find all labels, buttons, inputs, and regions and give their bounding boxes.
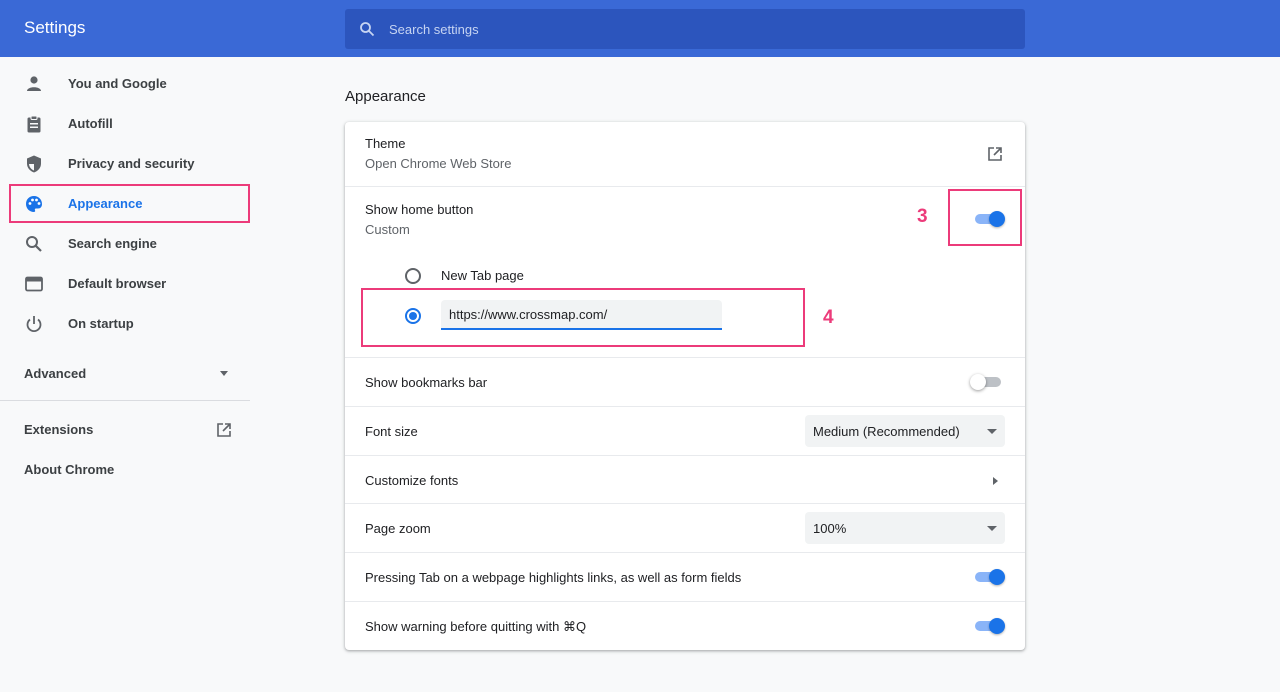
toggle-knob — [989, 569, 1005, 585]
sidebar-item-label: On startup — [68, 316, 134, 331]
chevron-right-icon — [993, 477, 998, 485]
tab-highlight-label: Pressing Tab on a webpage highlights lin… — [365, 570, 742, 585]
sidebar-item-default-browser[interactable]: Default browser — [12, 266, 248, 302]
open-in-new-icon[interactable] — [987, 146, 1003, 162]
about-chrome-link[interactable]: About Chrome — [24, 462, 114, 477]
search-box[interactable] — [345, 9, 1025, 49]
sidebar: You and Google Autofill Privacy and secu… — [0, 57, 250, 692]
search-icon — [360, 22, 375, 37]
page-zoom-row: Page zoom 100% — [345, 503, 1025, 552]
annotation-box-4 — [361, 288, 805, 347]
home-button-label: Show home button — [365, 202, 474, 217]
dropdown-arrow-icon — [987, 526, 997, 531]
customize-fonts-label: Customize fonts — [365, 473, 459, 488]
page-zoom-label: Page zoom — [365, 521, 431, 536]
sidebar-item-label: Autofill — [68, 116, 113, 131]
annotation-number-4: 4 — [823, 307, 834, 328]
open-in-new-icon[interactable] — [216, 422, 232, 438]
sidebar-item-label: Privacy and security — [68, 156, 195, 171]
quit-warning-label: Show warning before quitting with ⌘Q — [365, 619, 587, 634]
clipboard-icon — [27, 115, 41, 133]
sidebar-item-label: Default browser — [68, 276, 167, 291]
font-size-row: Font size Medium (Recommended) — [345, 406, 1025, 455]
sidebar-divider — [0, 400, 250, 401]
toggle-knob — [989, 618, 1005, 634]
sidebar-item-label: Search engine — [68, 236, 157, 251]
customize-fonts-row[interactable]: Customize fonts — [345, 455, 1025, 503]
person-icon — [27, 76, 41, 91]
search-input[interactable] — [389, 9, 1009, 49]
theme-row[interactable]: Theme Open Chrome Web Store — [345, 122, 1025, 186]
sidebar-item-label: You and Google — [68, 76, 167, 91]
quit-warning-row: Show warning before quitting with ⌘Q — [345, 601, 1025, 650]
browser-window-icon — [25, 276, 43, 292]
annotation-number-3: 3 — [917, 206, 928, 227]
advanced-label: Advanced — [24, 366, 87, 381]
page-zoom-select[interactable]: 100% — [805, 512, 1005, 544]
sidebar-item-on-startup[interactable]: On startup — [12, 306, 248, 342]
sidebar-item-search-engine[interactable]: Search engine — [12, 226, 248, 262]
extensions-link[interactable]: Extensions — [24, 422, 93, 437]
top-bar: Settings — [0, 0, 1280, 57]
new-tab-page-radio[interactable] — [405, 268, 421, 284]
tab-highlight-toggle[interactable] — [972, 569, 1006, 585]
bookmarks-bar-row: Show bookmarks bar — [345, 357, 1025, 406]
sidebar-item-you-and-google[interactable]: You and Google — [12, 66, 248, 102]
chevron-down-icon — [220, 371, 228, 376]
app-title: Settings — [24, 18, 86, 37]
font-size-value: Medium (Recommended) — [813, 424, 960, 439]
section-title: Appearance — [345, 88, 426, 105]
font-size-select[interactable]: Medium (Recommended) — [805, 415, 1005, 447]
bookmarks-bar-label: Show bookmarks bar — [365, 375, 488, 390]
page-zoom-value: 100% — [813, 521, 847, 536]
font-size-label: Font size — [365, 424, 418, 439]
theme-sublabel: Open Chrome Web Store — [365, 156, 512, 171]
quit-warning-toggle[interactable] — [972, 618, 1006, 634]
new-tab-page-label: New Tab page — [441, 268, 524, 283]
tab-highlight-row: Pressing Tab on a webpage highlights lin… — [345, 552, 1025, 601]
toggle-knob — [970, 374, 986, 390]
shield-icon — [27, 155, 41, 173]
sidebar-item-autofill[interactable]: Autofill — [12, 106, 248, 142]
advanced-toggle[interactable]: Advanced — [24, 364, 234, 384]
dropdown-arrow-icon — [987, 429, 997, 434]
annotation-box-appearance — [9, 184, 250, 223]
power-icon — [26, 316, 42, 333]
search-icon — [26, 236, 42, 252]
theme-label: Theme — [365, 136, 406, 151]
sidebar-item-privacy[interactable]: Privacy and security — [12, 146, 248, 182]
annotation-box-3 — [948, 189, 1022, 246]
appearance-card: Theme Open Chrome Web Store Show home bu… — [345, 122, 1025, 650]
bookmarks-bar-toggle[interactable] — [970, 374, 1004, 390]
home-button-sublabel: Custom — [365, 222, 410, 237]
